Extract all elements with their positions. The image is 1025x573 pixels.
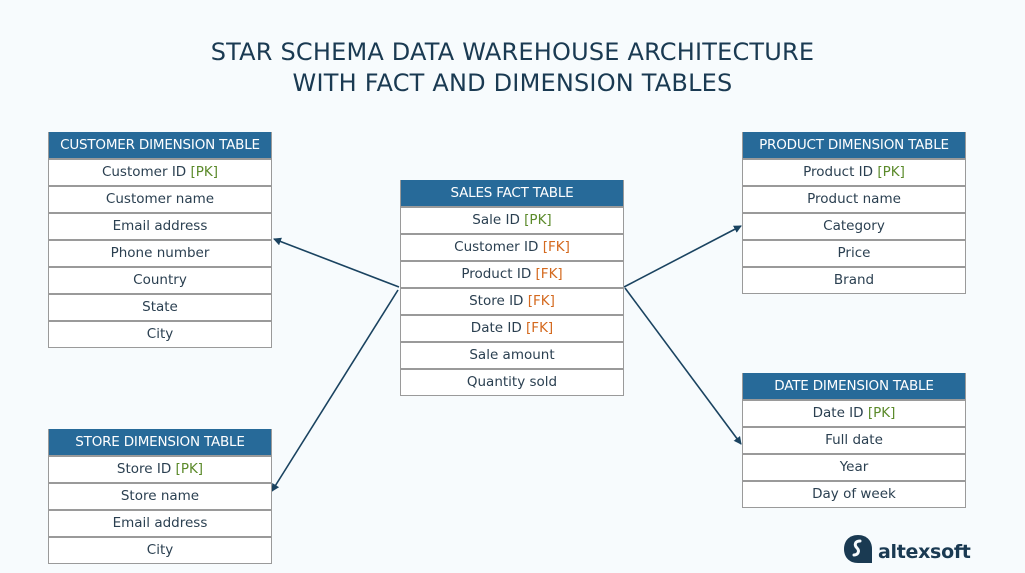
table-row: Sale amount	[401, 341, 623, 368]
table-row: Price	[743, 239, 965, 266]
fk-badge: [FK]	[542, 239, 570, 255]
table-row: Phone number	[49, 239, 271, 266]
fk-badge: [FK]	[527, 293, 555, 309]
table-row: Store name	[49, 482, 271, 509]
table-row: Category	[743, 212, 965, 239]
product-dimension-table: PRODUCT DIMENSION TABLE Product ID [PK] …	[742, 132, 966, 294]
table-row: Customer ID [PK]	[49, 158, 271, 185]
pk-badge: [PK]	[175, 461, 204, 477]
fk-badge: [FK]	[526, 320, 554, 336]
table-row: City	[49, 320, 271, 347]
fk-badge: [FK]	[535, 266, 563, 282]
table-row: Store ID [FK]	[401, 287, 623, 314]
pk-badge: [PK]	[524, 212, 552, 228]
pk-badge: [PK]	[877, 164, 905, 180]
table-row: Date ID [FK]	[401, 314, 623, 341]
table-row: Date ID [PK]	[743, 399, 965, 426]
pk-badge: [PK]	[867, 405, 896, 421]
table-row: Sale ID [PK]	[401, 206, 623, 233]
table-header: PRODUCT DIMENSION TABLE	[743, 132, 965, 158]
table-row: Product ID [FK]	[401, 260, 623, 287]
table-row: Day of week	[743, 480, 965, 507]
table-header: SALES FACT TABLE	[401, 180, 623, 206]
customer-dimension-table: CUSTOMER DIMENSION TABLE Customer ID [PK…	[48, 132, 272, 348]
arrow-sales-to-date	[624, 287, 742, 445]
table-header: DATE DIMENSION TABLE	[743, 373, 965, 399]
table-row: Email address	[49, 509, 271, 536]
table-row: City	[49, 536, 271, 563]
altexsoft-logo: altexsoft	[843, 533, 971, 565]
table-row: Product ID [PK]	[743, 158, 965, 185]
table-row: Full date	[743, 426, 965, 453]
pk-badge: [PK]	[190, 164, 219, 180]
table-row: Product name	[743, 185, 965, 212]
arrow-sales-to-customer	[273, 237, 400, 288]
table-row: Brand	[743, 266, 965, 293]
table-row: Quantity sold	[401, 368, 623, 395]
sales-fact-table: SALES FACT TABLE Sale ID [PK] Customer I…	[400, 180, 624, 396]
table-row: Store ID [PK]	[49, 455, 271, 482]
logo-text: altexsoft	[878, 541, 971, 563]
table-row: Email address	[49, 212, 271, 239]
arrow-sales-to-product	[623, 225, 742, 288]
arrow-sales-to-store	[271, 289, 399, 492]
table-row: Customer name	[49, 185, 271, 212]
date-dimension-table: DATE DIMENSION TABLE Date ID [PK] Full d…	[742, 373, 966, 508]
table-header: CUSTOMER DIMENSION TABLE	[49, 132, 271, 158]
altexsoft-logo-icon	[844, 535, 872, 563]
store-dimension-table: STORE DIMENSION TABLE Store ID [PK] Stor…	[48, 429, 272, 564]
table-row: Customer ID [FK]	[401, 233, 623, 260]
table-row: Country	[49, 266, 271, 293]
table-row: Year	[743, 453, 965, 480]
table-row: State	[49, 293, 271, 320]
table-header: STORE DIMENSION TABLE	[49, 429, 271, 455]
